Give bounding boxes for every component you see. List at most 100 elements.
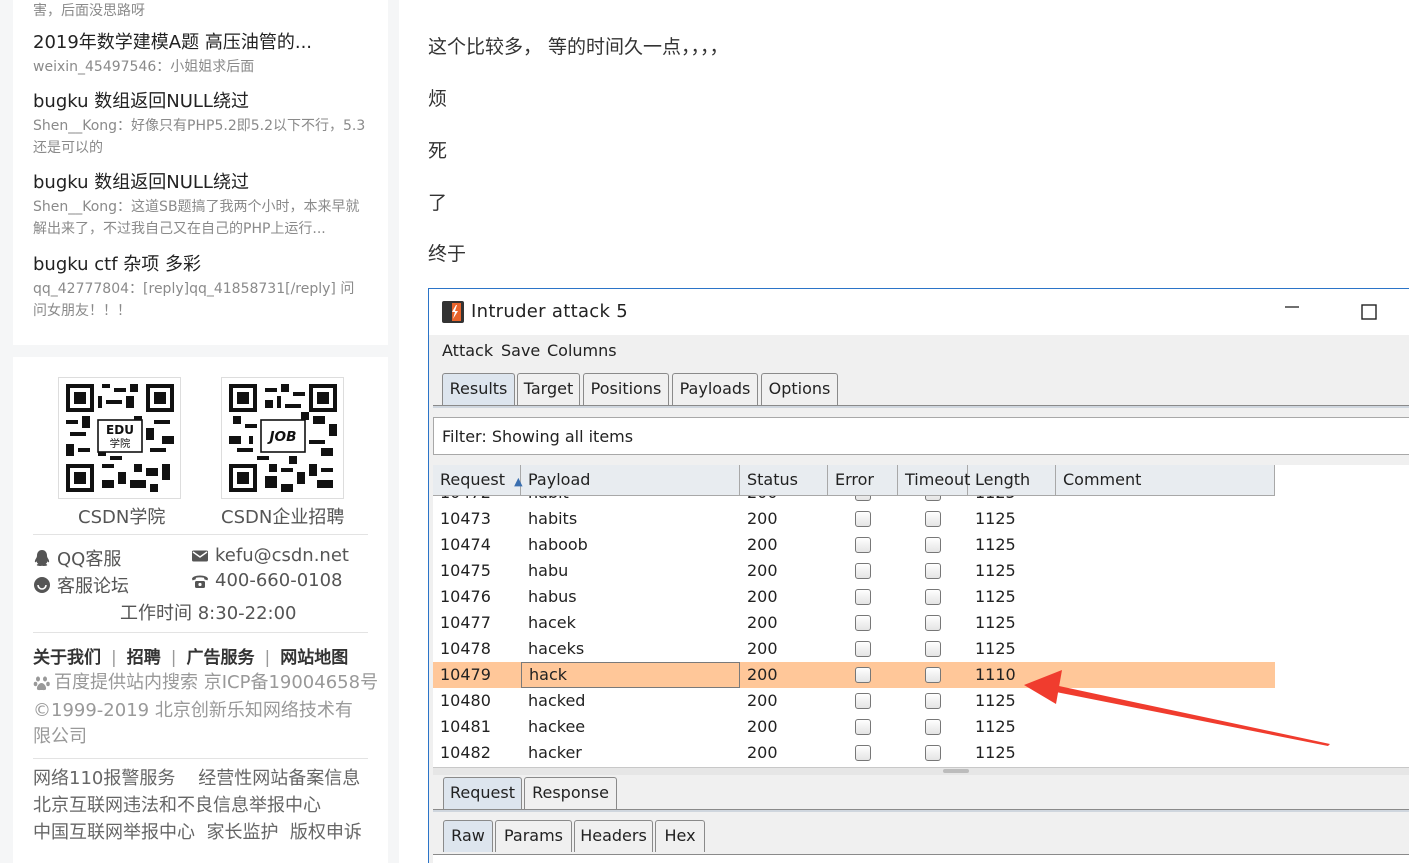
icp-text[interactable]: 百度提供站内搜索 京ICP备19004658号 (54, 670, 378, 696)
timeout-checkbox[interactable] (925, 693, 941, 709)
cell-status: 200 (747, 535, 778, 554)
filter-bar[interactable]: Filter: Showing all items (433, 417, 1409, 455)
link-separator: | (264, 648, 271, 668)
article-paragraph: 死 (428, 140, 448, 162)
email-link[interactable]: kefu@csdn.net (191, 545, 349, 566)
error-checkbox[interactable] (855, 563, 871, 579)
timeout-checkbox[interactable] (925, 496, 941, 501)
tab-positions[interactable]: Positions (583, 373, 669, 405)
baidu-paw-icon (33, 676, 50, 691)
menu-attack[interactable]: Attack (442, 341, 493, 360)
table-row[interactable]: 10473 habits 200 1125 (433, 506, 1275, 532)
phone-link[interactable]: 400-660-0108 (191, 570, 343, 591)
timeout-checkbox[interactable] (925, 667, 941, 683)
timeout-checkbox[interactable] (925, 589, 941, 605)
error-checkbox[interactable] (855, 641, 871, 657)
cell-status: 200 (747, 587, 778, 606)
tab-params[interactable]: Params (495, 820, 572, 852)
tab-response[interactable]: Response (524, 777, 617, 809)
column-header-timeout[interactable]: Timeout (898, 465, 970, 496)
qr-code-icon: JOB (229, 384, 337, 492)
report-line[interactable]: 网络110报警服务 经营性网站备案信息 (33, 766, 360, 792)
report-line[interactable]: 中国互联网举报中心 家长监护 版权申诉 (33, 820, 362, 846)
tab-hex[interactable]: Hex (655, 820, 705, 852)
pane-splitter[interactable] (433, 767, 1409, 775)
report-line[interactable]: 北京互联网违法和不良信息举报中心 (33, 793, 321, 819)
table-row[interactable]: 10472 habit 200 1125 (433, 496, 1275, 506)
footer-link-sitemap[interactable]: 网站地图 (280, 648, 348, 668)
burp-logo-icon (442, 301, 464, 323)
comment-text: 害，后面没思路呀 (33, 3, 145, 19)
timeout-checkbox[interactable] (925, 511, 941, 527)
error-checkbox[interactable] (855, 589, 871, 605)
comment-item[interactable]: bugku 数组返回NULL绕过 Shen__Kong：这道SB题搞了我两个小时… (33, 170, 368, 240)
cell-request: 10480 (440, 691, 491, 710)
comment-item[interactable]: bugku 数组返回NULL绕过 Shen__Kong：好像只有PHP5.2即5… (33, 89, 368, 159)
footer-link-jobs[interactable]: 招聘 (127, 648, 161, 668)
timeout-checkbox[interactable] (925, 641, 941, 657)
table-row[interactable]: 10475 habu 200 1125 (433, 558, 1275, 584)
comment-item[interactable]: 2019年数学建模A题 高压油管的... weixin_45497546：小姐姐… (33, 30, 368, 78)
table-row[interactable]: 10477 hacek 200 1125 (433, 610, 1275, 636)
comment-item[interactable]: bugku ctf 杂项 多彩 qq_42777804：[reply]qq_41… (33, 252, 368, 322)
footer-link-about[interactable]: 关于我们 (33, 648, 101, 668)
error-checkbox[interactable] (855, 719, 871, 735)
tab-request[interactable]: Request (443, 777, 522, 809)
qq-service-link[interactable]: QQ客服 (33, 545, 121, 571)
column-header-length[interactable]: Length (968, 465, 1056, 496)
timeout-checkbox[interactable] (925, 563, 941, 579)
column-header-request[interactable]: Request ▲ (433, 465, 523, 496)
table-row-selected[interactable]: 10479 hack 200 1110 (433, 662, 1275, 688)
footer-link-ads[interactable]: 广告服务 (186, 648, 254, 668)
cell-request: 10478 (440, 639, 491, 658)
column-header-error[interactable]: Error (828, 465, 898, 496)
comment-title[interactable]: bugku ctf 杂项 多彩 (33, 252, 368, 278)
table-row[interactable]: 10480 hacked 200 1125 (433, 688, 1275, 714)
error-checkbox[interactable] (855, 615, 871, 631)
comment-title[interactable]: bugku 数组返回NULL绕过 (33, 170, 368, 196)
table-row[interactable]: 10481 hackee 200 1125 (433, 714, 1275, 740)
comment-title[interactable]: bugku 数组返回NULL绕过 (33, 89, 368, 115)
cell-request: 10482 (440, 743, 491, 762)
tab-target[interactable]: Target (517, 373, 580, 405)
cell-request: 10474 (440, 535, 491, 554)
tab-headers[interactable]: Headers (574, 820, 653, 852)
tab-results[interactable]: Results (442, 373, 515, 405)
timeout-checkbox[interactable] (925, 719, 941, 735)
cell-payload: hacked (528, 691, 586, 710)
tab-raw[interactable]: Raw (443, 820, 493, 852)
menu-save[interactable]: Save (501, 341, 540, 360)
timeout-checkbox[interactable] (925, 615, 941, 631)
error-checkbox[interactable] (855, 693, 871, 709)
forum-link[interactable]: 客服论坛 (33, 572, 129, 598)
error-checkbox[interactable] (855, 496, 871, 501)
maximize-button[interactable] (1354, 297, 1384, 327)
timeout-checkbox[interactable] (925, 537, 941, 553)
comment-item[interactable]: 害，后面没思路呀 (33, 0, 368, 22)
error-checkbox[interactable] (855, 667, 871, 683)
column-header-status[interactable]: Status (740, 465, 828, 496)
minimize-button[interactable] (1277, 297, 1307, 327)
table-row[interactable]: 10478 haceks 200 1125 (433, 636, 1275, 662)
comment-title[interactable]: 2019年数学建模A题 高压油管的... (33, 30, 368, 56)
tab-payloads[interactable]: Payloads (672, 373, 758, 405)
request-editor[interactable] (433, 854, 1409, 863)
cell-length: 1125 (975, 691, 1016, 710)
article-paragraph: 烦 (428, 88, 448, 110)
table-row[interactable]: 10482 hacker 200 1125 (433, 740, 1275, 766)
table-row[interactable]: 10474 haboob 200 1125 (433, 532, 1275, 558)
tab-options[interactable]: Options (761, 373, 838, 405)
column-header-payload[interactable]: Payload (521, 465, 740, 496)
qr-label-job[interactable]: CSDN企业招聘 (221, 503, 344, 529)
telephone-icon (192, 575, 208, 588)
menu-columns[interactable]: Columns (547, 341, 617, 360)
window-titlebar[interactable]: Intruder attack 5 (429, 289, 1409, 335)
error-checkbox[interactable] (855, 537, 871, 553)
error-checkbox[interactable] (855, 511, 871, 527)
timeout-checkbox[interactable] (925, 745, 941, 761)
splitter-handle[interactable] (943, 769, 969, 773)
qr-label-edu[interactable]: CSDN学院 (78, 503, 165, 529)
table-row[interactable]: 10476 habus 200 1125 (433, 584, 1275, 610)
column-header-comment[interactable]: Comment (1056, 465, 1275, 496)
error-checkbox[interactable] (855, 745, 871, 761)
